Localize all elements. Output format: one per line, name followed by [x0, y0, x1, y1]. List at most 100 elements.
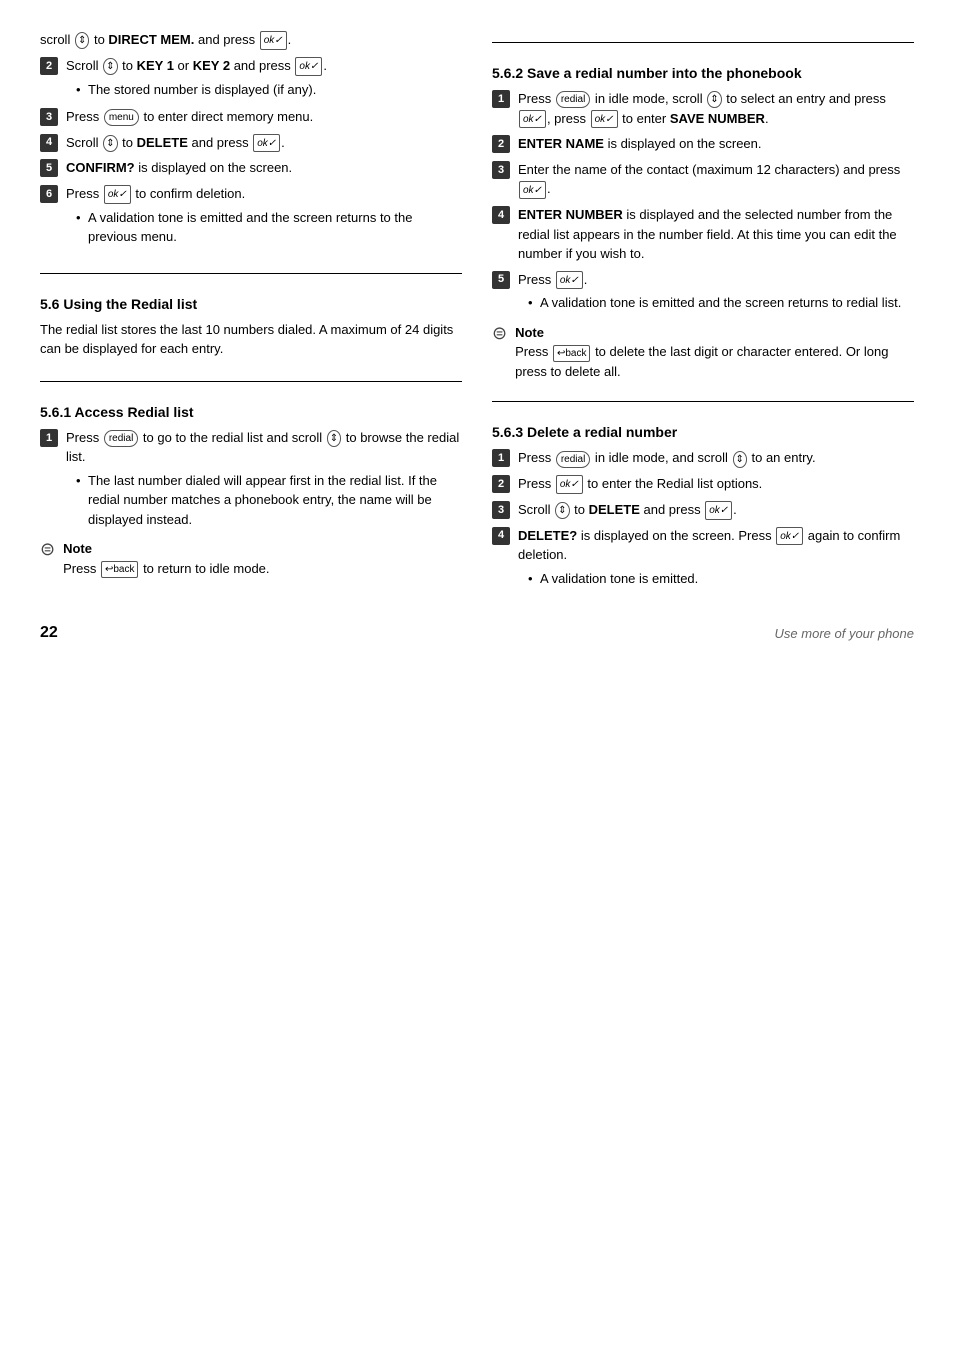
- section-561: 5.6.1 Access Redial list 1 Press redial …: [40, 404, 462, 587]
- step-text: Scroll ⇕ to KEY 1 or KEY 2 and press . T…: [66, 56, 462, 101]
- page-content: scroll ⇕ to DIRECT MEM. and press . 2 Sc…: [40, 30, 914, 596]
- step-item: 2 ENTER NAME is displayed on the screen.: [492, 134, 914, 154]
- bullet-item: A validation tone is emitted and the scr…: [528, 293, 914, 313]
- page-footer: 22 Use more of your phone: [40, 616, 914, 642]
- ok-icon: [556, 475, 583, 494]
- step-item: 4 ENTER NUMBER is displayed and the sele…: [492, 205, 914, 264]
- bullet-item: The stored number is displayed (if any).: [76, 80, 462, 100]
- scroll-icon: ⇕: [103, 135, 117, 152]
- step-text: Press . A validation tone is emitted and…: [518, 270, 914, 315]
- step-number: 2: [492, 135, 510, 153]
- step-number: 1: [492, 449, 510, 467]
- divider: [40, 381, 462, 382]
- step-text: Press redial in idle mode, scroll ⇕ to s…: [518, 89, 914, 128]
- step-number: 1: [40, 429, 58, 447]
- step-item: 6 Press to confirm deletion. A validatio…: [40, 184, 462, 249]
- page-number: 22: [40, 624, 58, 642]
- scroll-icon: ⇕: [103, 58, 117, 75]
- step-number: 2: [492, 475, 510, 493]
- step-number: 6: [40, 185, 58, 203]
- ok-icon: [295, 57, 322, 76]
- scroll-icon: ⇕: [555, 502, 569, 519]
- step-text: Enter the name of the contact (maximum 1…: [518, 160, 914, 199]
- section-562: 5.6.2 Save a redial number into the phon…: [492, 65, 914, 389]
- ok-icon: [591, 110, 618, 129]
- ok-icon: [253, 134, 280, 153]
- steps-list: 1 Press redial in idle mode, and scroll …: [492, 448, 914, 590]
- note-box: ⊜ Note Press ↩back to delete the last di…: [492, 323, 914, 382]
- step-item: 1 Press redial in idle mode, scroll ⇕ to…: [492, 89, 914, 128]
- divider: [492, 42, 914, 43]
- step-number: 4: [492, 206, 510, 224]
- step-number: 4: [40, 134, 58, 152]
- step-item: 1 Press redial in idle mode, and scroll …: [492, 448, 914, 468]
- scroll-icon: ⇕: [327, 430, 341, 447]
- step-item: 5 CONFIRM? is displayed on the screen.: [40, 158, 462, 178]
- step-number: 3: [40, 108, 58, 126]
- divider: [492, 401, 914, 402]
- step-number: 3: [492, 501, 510, 519]
- step-item: 4 Scroll ⇕ to DELETE and press .: [40, 133, 462, 153]
- section-56: 5.6 Using the Redial list The redial lis…: [40, 296, 462, 369]
- redial-icon: redial: [104, 430, 138, 447]
- step-number: 3: [492, 161, 510, 179]
- section-title: 5.6.2 Save a redial number into the phon…: [492, 65, 914, 81]
- steps-list: 1 Press redial to go to the redial list …: [40, 428, 462, 532]
- step-number: 5: [40, 159, 58, 177]
- section-title: 5.6.1 Access Redial list: [40, 404, 462, 420]
- ok-icon: [519, 181, 546, 200]
- section-title: 5.6 Using the Redial list: [40, 296, 462, 312]
- step-text: ENTER NAME is displayed on the screen.: [518, 134, 914, 154]
- back-icon: ↩back: [101, 561, 139, 578]
- left-column: scroll ⇕ to DIRECT MEM. and press . 2 Sc…: [40, 30, 462, 596]
- bullet-list: The stored number is displayed (if any).: [66, 80, 462, 100]
- scroll-icon: ⇕: [733, 451, 747, 468]
- step-number: 1: [492, 90, 510, 108]
- note-title: Note: [515, 325, 544, 340]
- step-item: 1 Press redial to go to the redial list …: [40, 428, 462, 532]
- menu-icon: menu: [104, 109, 139, 126]
- top-continuation: scroll ⇕ to DIRECT MEM. and press . 2 Sc…: [40, 30, 462, 255]
- note-title: Note: [63, 541, 92, 556]
- section-563: 5.6.3 Delete a redial number 1 Press red…: [492, 424, 914, 596]
- divider: [40, 273, 462, 274]
- step-text: Scroll ⇕ to DELETE and press .: [66, 133, 462, 153]
- step-item: 3 Press menu to enter direct memory menu…: [40, 107, 462, 127]
- step-text: ENTER NUMBER is displayed and the select…: [518, 205, 914, 264]
- step-item: 3 Scroll ⇕ to DELETE and press .: [492, 500, 914, 520]
- note-icon: ⊜: [40, 539, 55, 560]
- section-intro: The redial list stores the last 10 numbe…: [40, 320, 462, 359]
- scroll-icon: ⇕: [707, 91, 721, 108]
- bullet-list: A validation tone is emitted and the scr…: [66, 208, 462, 247]
- ok-icon: [556, 271, 583, 290]
- redial-icon: redial: [556, 91, 590, 108]
- step-number: 4: [492, 527, 510, 545]
- step-item: 3 Enter the name of the contact (maximum…: [492, 160, 914, 199]
- bullet-list: A validation tone is emitted and the scr…: [518, 293, 914, 313]
- step-text: Press redial to go to the redial list an…: [66, 428, 462, 532]
- step-text: Press redial in idle mode, and scroll ⇕ …: [518, 448, 914, 468]
- step-text: Scroll ⇕ to DELETE and press .: [518, 500, 914, 520]
- ok-icon: [776, 527, 803, 546]
- note-content: Note Press ↩back to return to idle mode.: [63, 539, 269, 578]
- bullet-item: A validation tone is emitted and the scr…: [76, 208, 462, 247]
- ok-icon: [260, 31, 287, 50]
- note-box: ⊜ Note Press ↩back to return to idle mod…: [40, 539, 462, 578]
- step-text: CONFIRM? is displayed on the screen.: [66, 158, 462, 178]
- step-number: 5: [492, 271, 510, 289]
- step-item: scroll ⇕ to DIRECT MEM. and press .: [40, 30, 462, 50]
- note-content: Note Press ↩back to delete the last digi…: [515, 323, 914, 382]
- step-number: 2: [40, 57, 58, 75]
- steps-list: 1 Press redial in idle mode, scroll ⇕ to…: [492, 89, 914, 315]
- ok-icon: [705, 501, 732, 520]
- step-item: 5 Press . A validation tone is emitted a…: [492, 270, 914, 315]
- right-column: 5.6.2 Save a redial number into the phon…: [492, 30, 914, 596]
- ok-icon: [519, 110, 546, 129]
- page-tagline: Use more of your phone: [775, 626, 914, 641]
- back-icon: ↩back: [553, 345, 591, 362]
- bullet-list: The last number dialed will appear first…: [66, 471, 462, 530]
- step-item: 4 DELETE? is displayed on the screen. Pr…: [492, 526, 914, 591]
- step-item: 2 Press to enter the Redial list options…: [492, 474, 914, 494]
- note-icon: ⊜: [492, 323, 507, 344]
- bullet-item: The last number dialed will appear first…: [76, 471, 462, 530]
